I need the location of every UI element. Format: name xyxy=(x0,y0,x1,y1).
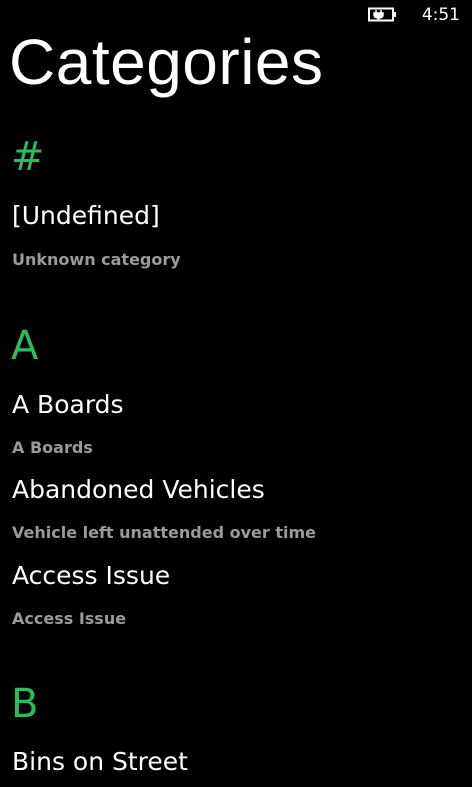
category-item-name[interactable]: A Boards xyxy=(12,389,124,421)
category-item-description: Unknown category xyxy=(12,250,181,269)
category-item-description: A Boards xyxy=(12,438,93,457)
group-header-b[interactable]: B xyxy=(11,680,38,728)
category-item-name[interactable]: Access Issue xyxy=(12,560,170,592)
category-list: # [Undefined] Unknown category A A Board… xyxy=(0,0,472,787)
category-item-description: Access Issue xyxy=(12,609,127,628)
group-header-a[interactable]: A xyxy=(11,322,38,370)
category-item-name[interactable]: Bins on Street xyxy=(12,746,188,778)
category-item-name[interactable]: Abandoned Vehicles xyxy=(12,474,265,506)
category-item-description: Vehicle left unattended over time xyxy=(12,523,316,542)
group-header-hash[interactable]: # xyxy=(11,133,45,181)
category-item-name[interactable]: [Undefined] xyxy=(12,200,160,232)
